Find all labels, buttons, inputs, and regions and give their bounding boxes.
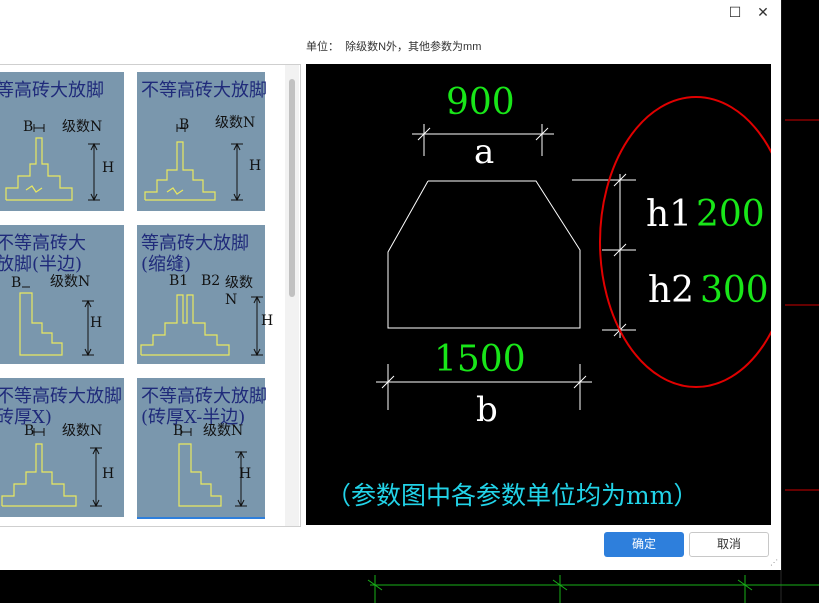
label-h: H <box>90 315 103 331</box>
label-n: 级数N <box>203 423 244 439</box>
label-h: H <box>102 160 115 176</box>
maximize-icon[interactable]: ☐ <box>724 2 746 22</box>
template-diagram <box>144 124 243 202</box>
a-label: a <box>474 132 495 172</box>
label-b: B <box>179 117 190 133</box>
unit-note: （参数图中各参数单位均为mm） <box>326 481 699 510</box>
label-n: 级数N <box>50 274 91 290</box>
label-b1: B1 <box>169 273 189 289</box>
label-b2: B2 <box>201 273 221 289</box>
label-h: H <box>249 158 262 174</box>
label-h: H <box>239 466 252 482</box>
h2-label: h2 <box>648 270 695 311</box>
template-diagram <box>5 124 100 202</box>
template-tile[interactable]: 不等高砖大放脚 B 级数N H <box>137 72 267 211</box>
a-value: 900 <box>446 82 515 123</box>
label-b: B <box>173 423 184 439</box>
b-value: 1500 <box>434 339 526 380</box>
template-diagram <box>178 428 247 508</box>
scroll-thumb[interactable] <box>289 79 295 297</box>
h1-label: h1 <box>646 194 693 235</box>
label-b: B <box>24 423 35 439</box>
close-icon[interactable]: ✕ <box>752 2 774 22</box>
ok-button[interactable]: 确定 <box>604 532 684 557</box>
template-tile[interactable]: 不等高砖大 放脚(半边) B 级数N H <box>0 225 124 364</box>
label-n: 级数N <box>62 423 103 439</box>
parameter-preview: 900 a 1500 b h1 200 h2 300 （参数图中各参数单位均为m… <box>306 64 793 525</box>
label-n: 级数N <box>62 119 103 135</box>
template-diagram <box>1 428 102 508</box>
label-n: 级数N <box>225 275 253 308</box>
template-diagram <box>19 286 94 357</box>
h2-value: 300 <box>700 270 769 311</box>
template-tile[interactable]: 等高砖大放脚 (缩缝) B1 B2 级数N H <box>137 225 273 364</box>
template-gallery: 等高砖大放脚 B 级数N H 不等高砖大放脚 B 级数N H 不等高砖大 放脚(… <box>0 64 301 527</box>
parameter-dialog: ☐ ✕ 单位： 除级数N外，其他参数为mm 等高砖大放脚 B 级数N H 不等高… <box>0 0 793 570</box>
template-tile-selected[interactable]: 不等高砖大放脚 (砖厚X-半边) B 级数N H <box>137 378 267 519</box>
template-tile[interactable]: 等高砖大放脚 B 级数N H <box>0 72 124 211</box>
cancel-button[interactable]: 取消 <box>689 532 769 557</box>
label-b: B <box>11 275 22 291</box>
unit-label: 单位： 除级数N外，其他参数为mm <box>306 41 482 53</box>
b-label: b <box>476 390 498 430</box>
label-h: H <box>102 466 115 482</box>
label-n: 级数N <box>215 115 256 131</box>
resize-grip-icon[interactable]: ⋰ <box>770 558 780 568</box>
h1-value: 200 <box>696 194 765 235</box>
label-h: H <box>261 313 274 329</box>
template-tile[interactable]: 不等高砖大放脚 砖厚X) B 级数N H <box>0 378 124 517</box>
label-b: B <box>23 119 34 135</box>
gallery-scrollbar[interactable] <box>285 65 299 526</box>
